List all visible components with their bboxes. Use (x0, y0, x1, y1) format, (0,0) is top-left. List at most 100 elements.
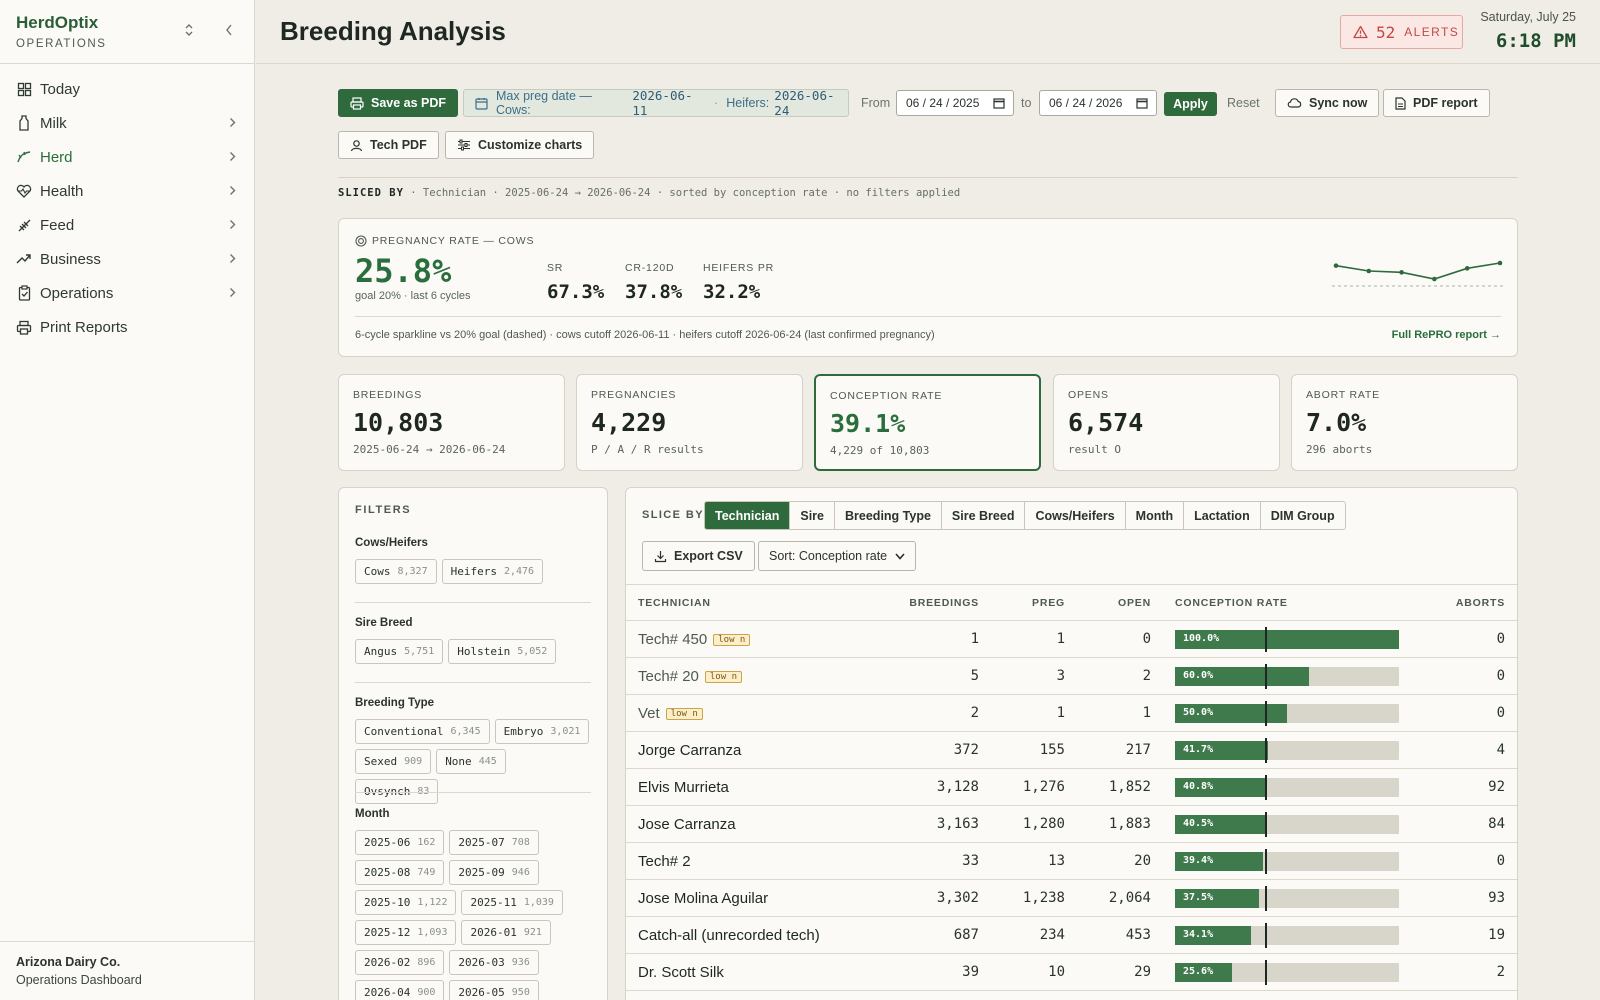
filter-chip-label: 2026-02 (364, 956, 411, 969)
filter-chip[interactable]: 2025-11 1,039 (461, 890, 563, 915)
sidebar-item-business[interactable]: Business (0, 242, 255, 276)
sidebar-item-today[interactable]: Today (0, 72, 255, 106)
filter-chip-label: 2025-07 (458, 836, 505, 849)
col-header-preg[interactable]: PREG (991, 584, 1077, 621)
filter-chip[interactable]: 2026-03 936 (449, 950, 539, 975)
filter-chip[interactable]: 2025-10 1,122 (355, 890, 457, 915)
filter-chip[interactable]: 2025-08 749 (355, 860, 445, 885)
col-header-breedings[interactable]: BREEDINGS (851, 584, 991, 621)
kpi-breedings[interactable]: BREEDINGS 10,803 2025-06-24 → 2026-06-24 (338, 374, 565, 471)
table-row[interactable]: Dr. Scott Silk 39 10 29 25.6% 2 (626, 953, 1517, 991)
sort-select[interactable]: Sort: Conception rate (758, 541, 917, 571)
filter-chip[interactable]: 2026-05 950 (449, 980, 539, 1000)
filter-chip[interactable]: Cows 8,327 (355, 559, 437, 584)
filter-chip[interactable]: 2025-06 162 (355, 830, 445, 855)
filter-chip[interactable]: Embryo 3,021 (494, 719, 590, 744)
kpi-conception-rate[interactable]: CONCEPTION RATE 39.1% 4,229 of 10,803 (814, 374, 1041, 471)
brand[interactable]: HerdOptix OPERATIONS (16, 13, 107, 50)
slice-option-sire[interactable]: Sire (790, 502, 836, 529)
sidebar-item-label: Feed (40, 216, 75, 234)
filter-chip-label: Sexed (364, 755, 398, 768)
slice-option-cows-heifers[interactable]: Cows/Heifers (1025, 502, 1126, 529)
export-csv-label: Export CSV (674, 549, 743, 563)
filter-chip[interactable]: Heifers 2,476 (441, 559, 544, 584)
alerts-label: ALERTS (1404, 25, 1460, 39)
full-repro-report-link[interactable]: Full RePRO report → (1392, 329, 1501, 341)
table-row[interactable]: Jorge Carranza 372 155 217 41.7% 4 (626, 731, 1517, 769)
pregnancy-rate-heading-text: PREGNANCY RATE — COWS (372, 235, 535, 247)
to-date-input[interactable]: 06 / 24 / 2026 (1039, 90, 1157, 116)
col-header-open[interactable]: OPEN (1077, 584, 1163, 621)
filter-chip[interactable]: Angus 5,751 (355, 639, 444, 664)
table-row[interactable]: Vet low n 2 1 1 50.0% 0 (626, 694, 1517, 732)
customize-charts-button[interactable]: Customize charts (445, 131, 595, 159)
cell-conception-rate: 60.0% (1163, 657, 1411, 695)
sync-now-button[interactable]: Sync now (1275, 89, 1380, 117)
table-row[interactable]: Tech# 450 low n 1 1 0 100.0% 0 (626, 620, 1517, 658)
filter-chip[interactable]: 2025-12 1,093 (355, 920, 457, 945)
kpi-abort-rate[interactable]: ABORT RATE 7.0% 296 aborts (1291, 374, 1518, 471)
slice-option-lactation[interactable]: Lactation (1184, 502, 1261, 529)
slice-option-dim-group[interactable]: DIM Group (1261, 502, 1345, 529)
calendar-icon[interactable] (1136, 97, 1148, 109)
filter-chip[interactable]: None 445 (436, 749, 506, 774)
sidebar-item-health[interactable]: Health (0, 174, 255, 208)
col-header-aborts[interactable]: ABORTS (1411, 584, 1517, 621)
from-date-input[interactable]: 06 / 24 / 2025 (896, 90, 1014, 116)
col-header-technician[interactable]: TECHNICIAN (626, 584, 851, 621)
save-pdf-button[interactable]: Save as PDF (338, 89, 459, 117)
filter-chip[interactable]: 2026-02 896 (355, 950, 445, 975)
sidebar-item-herd[interactable]: Herd (0, 140, 255, 174)
sidebar-item-label: Business (40, 250, 101, 268)
cell-open: 217 (1077, 731, 1163, 769)
cell-preg: 10 (991, 953, 1077, 991)
goal-marker (1265, 700, 1267, 726)
collapse-sidebar-icon[interactable] (224, 23, 234, 37)
sidebar-item-operations[interactable]: Operations (0, 276, 255, 310)
conception-rate-label: 37.5% (1183, 891, 1214, 903)
technician-name: Tech# 2 (638, 852, 691, 870)
pdf-report-button[interactable]: PDF report (1383, 89, 1490, 117)
filter-chip[interactable]: 2025-07 708 (449, 830, 539, 855)
stat-value: 37.8% (625, 281, 683, 303)
table-row[interactable]: Jose Molina Aguilar 3,302 1,238 2,064 37.5% 9… (626, 879, 1517, 917)
cell-preg: 1,276 (991, 768, 1077, 806)
switch-workspace-icon[interactable] (183, 23, 195, 37)
sidebar-item-milk[interactable]: Milk (0, 106, 255, 140)
slice-option-technician[interactable]: Technician (705, 502, 791, 529)
table-row[interactable]: Tech# 20 low n 5 3 2 60.0% 0 (626, 657, 1517, 695)
kpi-pregnancies[interactable]: PREGNANCIES 4,229 P / A / R results (576, 374, 803, 471)
cell-conception-rate: 25.6% (1163, 953, 1411, 991)
reset-button[interactable]: Reset (1227, 96, 1260, 110)
filter-chip[interactable]: Conventional 6,345 (355, 719, 490, 744)
cell-preg: 234 (991, 916, 1077, 954)
table-row[interactable]: Elvis Murrieta 3,128 1,276 1,852 40.8% 92 (626, 768, 1517, 806)
filter-chip[interactable]: 2025-09 946 (449, 860, 539, 885)
filter-chip[interactable]: Sexed 909 (355, 749, 432, 774)
col-header-conception-rate[interactable]: CONCEPTION RATE (1163, 584, 1411, 621)
slice-option-month[interactable]: Month (1126, 502, 1185, 529)
apply-button[interactable]: Apply (1164, 92, 1217, 116)
tech-pdf-button[interactable]: Tech PDF (338, 131, 439, 159)
table-row[interactable]: Jose Carranza 3,163 1,280 1,883 40.5% 84 (626, 805, 1517, 843)
cell-open: 1,883 (1077, 805, 1163, 843)
sidebar-item-print-reports[interactable]: Print Reports (0, 310, 255, 344)
filter-chip[interactable]: 2026-04 900 (355, 980, 445, 1000)
table-row[interactable]: Catch-all (unrecorded tech) 687 234 453 34.1… (626, 916, 1517, 954)
filter-chip[interactable]: 2026-01 921 (461, 920, 551, 945)
to-label: to (1021, 96, 1032, 110)
alerts-button[interactable]: 52 ALERTS (1340, 15, 1463, 49)
slice-option-sire-breed[interactable]: Sire Breed (942, 502, 1026, 529)
calendar-icon[interactable] (993, 97, 1005, 109)
kpi-opens[interactable]: OPENS 6,574 result O (1053, 374, 1280, 471)
slice-option-breeding-type[interactable]: Breeding Type (835, 502, 942, 529)
technician-name: Dr. Scott Silk (638, 963, 724, 981)
filter-chip[interactable]: Holstein 5,052 (448, 639, 557, 664)
conception-rate-label: 39.4% (1183, 854, 1214, 866)
conception-rate-bar: 34.1% (1175, 922, 1399, 948)
sidebar-item-feed[interactable]: Feed (0, 208, 255, 242)
filter-chip-count: 6,345 (450, 726, 481, 737)
export-csv-button[interactable]: Export CSV (642, 541, 755, 571)
filter-chip-label: 2026-05 (458, 986, 505, 999)
table-row[interactable]: Tech# 2 33 13 20 39.4% 0 (626, 842, 1517, 880)
